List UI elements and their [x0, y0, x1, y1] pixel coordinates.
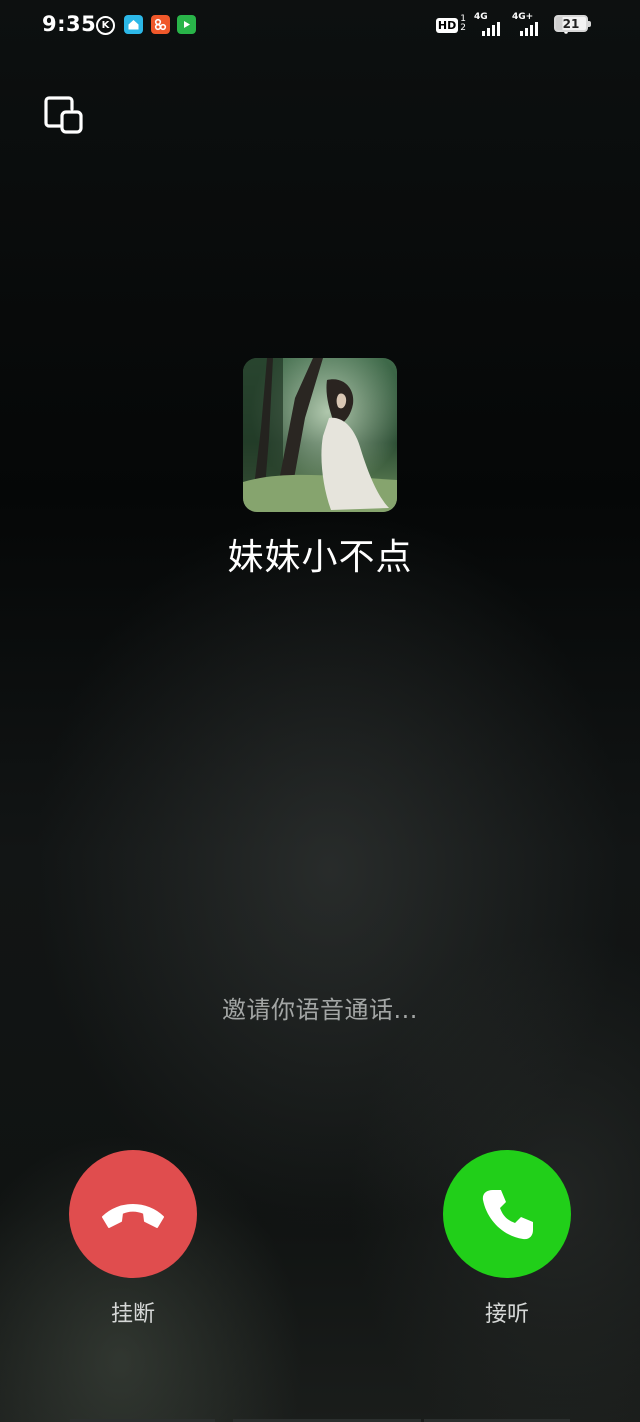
incoming-call-screen: 9:35 K HD 1 2 4G 4G+ 21 妹妹小不点 邀请你语音通话...… [0, 0, 640, 1422]
home-app-icon [124, 15, 143, 34]
floating-window-button[interactable] [40, 94, 88, 138]
battery-icon: 21 [554, 15, 591, 32]
green-video-app-icon [177, 15, 196, 34]
call-status-text: 邀请你语音通话... [222, 996, 418, 1024]
orange-app-icon [151, 15, 170, 34]
hangup-phone-icon [102, 1204, 164, 1228]
hd-voice-icon: HD 1 2 [435, 14, 466, 33]
signal-2-icon: 4G+ [512, 12, 546, 36]
answer-label: 接听 [484, 1302, 529, 1327]
signal-1-icon: 4G [474, 12, 504, 36]
contact-name: 妹妹小不点 [227, 537, 413, 578]
floating-window-icon [44, 96, 83, 134]
answer-button[interactable] [443, 1150, 571, 1278]
answer-phone-icon [482, 1190, 533, 1240]
k-icon: K [96, 16, 115, 35]
contact-avatar [243, 358, 397, 512]
hangup-label: 挂断 [110, 1302, 155, 1327]
hangup-button[interactable] [69, 1150, 197, 1278]
status-bar: 9:35 K HD 1 2 4G 4G+ 21 [0, 0, 640, 52]
status-time: 9:35 [42, 12, 97, 36]
